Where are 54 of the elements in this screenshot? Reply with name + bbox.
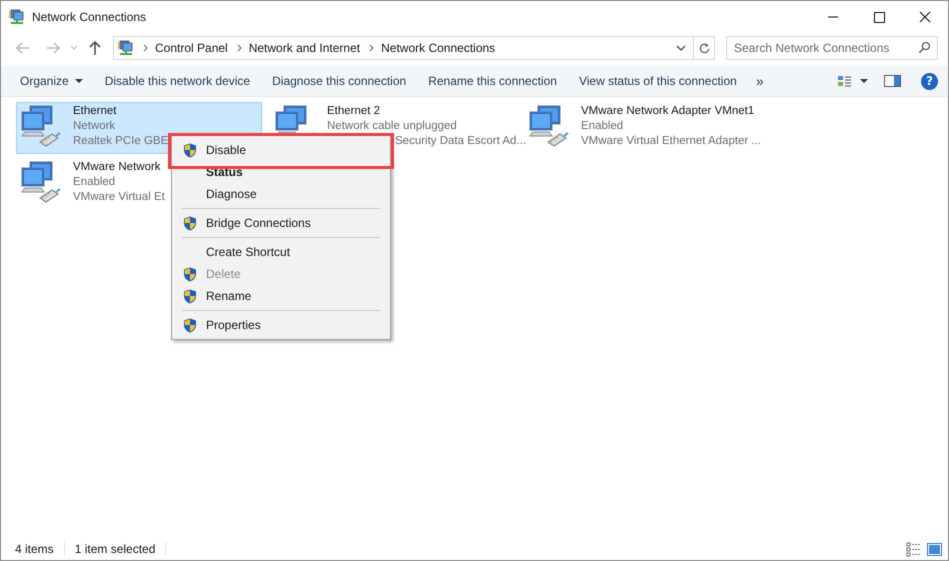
adapter-detail: VMware Virtual Ethernet Adapter ... <box>581 134 762 149</box>
large-icons-view-button[interactable] <box>927 542 942 556</box>
menu-item[interactable]: Properties <box>174 314 388 336</box>
adapter-detail: VMware Virtual Et <box>73 190 165 205</box>
caret-icon <box>74 79 83 83</box>
menu-item[interactable]: Bridge Connections <box>174 212 388 234</box>
refresh-icon <box>698 42 710 54</box>
network-adapter-item[interactable]: VMware Network Adapter VMnet1 Enabled VMware Virtual Ethernet Adapter ... <box>524 102 770 154</box>
adapter-detail: Network cable unplugged <box>327 119 458 134</box>
adapter-detail: Network <box>73 119 116 134</box>
toolbar-button[interactable]: Diagnose this connection <box>261 68 418 94</box>
shield-icon <box>183 318 197 332</box>
chevron-icon <box>236 43 243 53</box>
network-icon <box>9 8 25 24</box>
adapter-name: VMware Network <box>73 160 162 175</box>
toolbar-button[interactable]: Disable this network device <box>94 68 262 94</box>
menu-item[interactable]: Rename <box>174 285 388 307</box>
menu-item[interactable]: Create Shortcut <box>174 241 388 263</box>
menu-item[interactable]: Diagnose <box>174 183 388 205</box>
toolbar-button[interactable]: Rename this connection <box>417 68 568 94</box>
caret-icon <box>860 79 868 83</box>
status-text: 4 items <box>15 542 65 556</box>
details-view-button[interactable] <box>906 542 921 556</box>
network-computer-icon <box>21 105 61 147</box>
view-icon <box>837 75 852 87</box>
more-button[interactable]: » <box>748 68 772 94</box>
adapter-name: VMware Network Adapter VMnet1 <box>581 104 756 119</box>
shield-icon <box>183 142 197 158</box>
address-bar[interactable]: Control Panel Network and Internet Network Connections <box>113 36 715 60</box>
toolbar-button[interactable]: View status of this connection <box>568 68 748 94</box>
adapter-detail: Security Data Escort Ad... <box>395 134 526 149</box>
shield-icon <box>183 216 197 230</box>
chevron-icon <box>142 43 149 53</box>
pane-icon <box>884 75 901 87</box>
breadcrumb-item[interactable]: Control Panel <box>155 41 228 55</box>
breadcrumb-item[interactable]: Network Connections <box>381 41 496 55</box>
help-button[interactable]: ? <box>921 72 938 90</box>
chevron-icon <box>368 43 376 53</box>
adapter-detail: Enabled <box>73 175 116 190</box>
network-computer-icon <box>529 105 569 147</box>
shield-icon <box>183 266 197 282</box>
window-title: Network Connections <box>32 10 146 24</box>
adapter-name: Ethernet <box>73 104 118 119</box>
adapter-detail: Realtek PCIe GBE <box>73 134 168 149</box>
adapter-detail: Enabled <box>581 119 624 134</box>
search-field[interactable]: Search Network Connections <box>726 36 938 60</box>
adapter-name: Ethernet 2 <box>327 104 382 119</box>
shield-icon <box>183 288 197 304</box>
toolbar-button[interactable]: Organize <box>9 68 94 94</box>
search-icon <box>918 41 931 54</box>
network-icon <box>118 40 134 56</box>
status-text: 1 item selected <box>74 542 166 556</box>
network-computer-icon <box>21 161 61 203</box>
breadcrumb-item[interactable]: Network and Internet <box>248 41 360 55</box>
